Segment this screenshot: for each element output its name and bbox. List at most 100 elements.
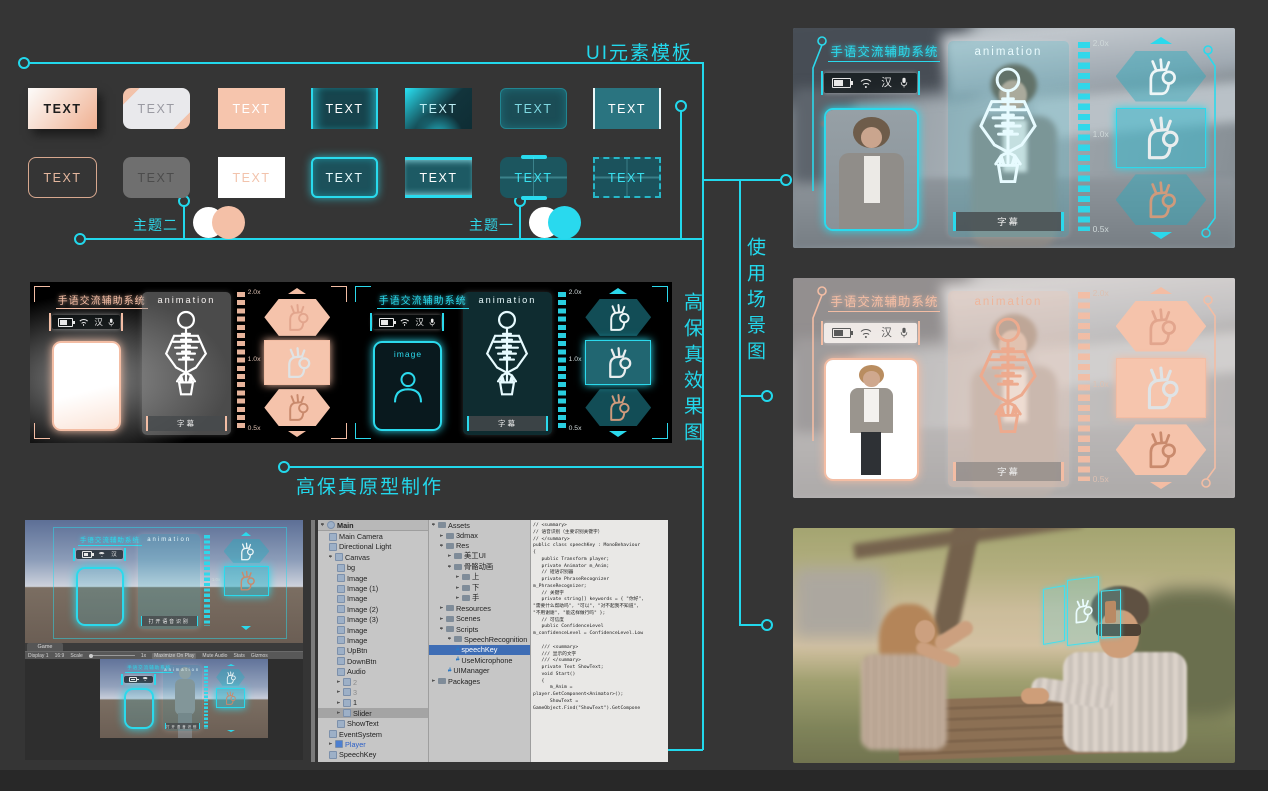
gesture-option-selected[interactable] [1116, 108, 1207, 169]
hierarchy-item[interactable]: Image [318, 635, 428, 645]
zoom-scale-bar[interactable] [1078, 292, 1089, 481]
gesture-option-selected[interactable] [585, 340, 651, 384]
gesture-option-top[interactable] [216, 669, 245, 686]
hierarchy-scene-root[interactable]: ▾Main [318, 520, 428, 531]
down-arrow[interactable] [1150, 232, 1172, 239]
project-folder[interactable]: ▾Res [429, 541, 530, 551]
subtitle-button[interactable]: 字幕 [953, 462, 1065, 482]
project-script[interactable]: #UseMicrophone [429, 655, 530, 665]
button-template-gradient-peach[interactable]: TEXT [28, 88, 97, 129]
image-placeholder-panel[interactable] [52, 341, 121, 431]
hierarchy-item[interactable]: bg [318, 563, 428, 573]
hierarchy-item[interactable]: ▸1 [318, 698, 428, 708]
theme-one-toggle[interactable] [529, 206, 581, 239]
down-arrow[interactable] [241, 626, 251, 630]
project-folder[interactable]: ▾Scripts [429, 624, 530, 634]
project-folder[interactable]: ▸下 [429, 582, 530, 592]
mute-audio-button[interactable]: Mute Audio [202, 653, 227, 659]
button-template-white[interactable]: TEXT [218, 157, 285, 198]
zoom-scale-bar[interactable] [204, 535, 210, 626]
project-folder[interactable]: ▸Resources [429, 603, 530, 613]
gesture-option-top[interactable] [585, 299, 651, 336]
gesture-option-bottom[interactable] [1116, 174, 1207, 225]
project-folder[interactable]: ▸美工UI [429, 551, 530, 561]
display-dropdown[interactable]: Display 1 [28, 653, 49, 659]
gesture-option-bottom[interactable] [264, 389, 330, 426]
image-placeholder-panel[interactable] [124, 688, 154, 729]
up-arrow[interactable] [227, 664, 235, 666]
hierarchy-item[interactable]: Main Camera [318, 531, 428, 541]
project-folder[interactable]: ▾骨骼动画 [429, 562, 530, 572]
button-template-cyan-dashed[interactable]: TEXT [593, 157, 661, 198]
down-arrow[interactable] [609, 431, 627, 437]
hierarchy-item[interactable]: Directional Light [318, 542, 428, 552]
code-editor-panel[interactable]: // <summary> // 语音识别（主要识别关键字） // </summa… [531, 520, 668, 762]
project-folder[interactable]: ▸Scenes [429, 614, 530, 624]
hierarchy-item[interactable]: Image (1) [318, 583, 428, 593]
project-folder[interactable]: ▾Assets [429, 520, 530, 530]
hierarchy-item[interactable]: SpeechKey [318, 750, 428, 760]
hierarchy-item[interactable]: Image [318, 625, 428, 635]
button-template-teal-white-edges[interactable]: TEXT [593, 88, 661, 129]
zoom-scale-bar[interactable] [204, 666, 208, 730]
down-arrow[interactable] [288, 431, 306, 437]
hierarchy-item-disabled[interactable]: ▸3 [318, 687, 428, 697]
hierarchy-item-prefab[interactable]: ▸Player [318, 739, 428, 749]
image-placeholder-panel[interactable]: image [373, 341, 442, 431]
down-arrow[interactable] [1150, 482, 1172, 489]
tab-game[interactable]: Game [27, 643, 63, 651]
project-folder[interactable]: ▾SpeechRecognition [429, 634, 530, 644]
project-folder[interactable]: ▸3dmax [429, 530, 530, 540]
panel-scrollbar[interactable] [311, 520, 315, 762]
button-template-peach-outline[interactable]: TEXT [28, 157, 97, 198]
hierarchy-item-selected[interactable]: ▸Slider [318, 708, 428, 718]
gizmos-dropdown[interactable]: Gizmos [251, 653, 268, 659]
gesture-option-selected[interactable] [264, 340, 330, 384]
button-template-cyan-glow-border[interactable]: TEXT [311, 157, 378, 198]
subtitle-button[interactable]: 字幕 [953, 212, 1065, 232]
up-arrow[interactable] [1150, 287, 1172, 294]
hierarchy-item[interactable]: UpBtn [318, 646, 428, 656]
hierarchy-item[interactable]: ▾Canvas [318, 552, 428, 562]
up-arrow[interactable] [609, 288, 627, 294]
button-template-solid-peach[interactable]: TEXT [218, 88, 285, 129]
theme-two-toggle[interactable] [193, 206, 245, 239]
button-template-teal-side-glow[interactable]: TEXT [311, 88, 378, 129]
button-template-teal-diagonal[interactable]: TEXT [405, 88, 472, 129]
gesture-option-top[interactable] [1116, 301, 1207, 352]
up-arrow[interactable] [241, 532, 251, 536]
maximize-on-play-button[interactable]: Maximize On Play [152, 653, 196, 659]
gesture-option-top[interactable] [1116, 51, 1207, 102]
zoom-scale-bar[interactable] [558, 292, 566, 430]
gesture-option-selected[interactable] [1116, 358, 1207, 419]
up-arrow[interactable] [288, 288, 306, 294]
up-arrow[interactable] [1150, 37, 1172, 44]
button-template-cyan-top-bottom[interactable]: TEXT [405, 157, 472, 198]
hierarchy-item[interactable]: ShowText [318, 718, 428, 728]
detected-person-frame[interactable] [824, 358, 919, 481]
zoom-scale-bar[interactable] [237, 292, 245, 430]
hierarchy-item[interactable]: DownBtn [318, 656, 428, 666]
project-script[interactable]: #UIManager [429, 665, 530, 675]
gesture-option-top[interactable] [264, 299, 330, 336]
project-folder[interactable]: ▸Packages [429, 676, 530, 686]
hierarchy-item[interactable]: EventSystem [318, 729, 428, 739]
project-folder[interactable]: ▸手 [429, 593, 530, 603]
scale-slider[interactable] [89, 655, 135, 656]
button-template-gray-corner-peach[interactable]: TEXT [123, 88, 190, 129]
detected-person-frame[interactable] [824, 108, 919, 231]
subtitle-button[interactable]: 字幕 [146, 416, 227, 430]
hierarchy-item[interactable]: Image (3) [318, 615, 428, 625]
stats-button[interactable]: Stats [233, 653, 244, 659]
button-template-cyan-tabs[interactable]: TEXT [500, 157, 567, 198]
aspect-dropdown[interactable]: 16:9 [55, 653, 65, 659]
gesture-option-selected[interactable] [216, 688, 245, 708]
speech-button[interactable]: 打开语音识别 [141, 616, 198, 625]
gesture-option-selected[interactable] [224, 566, 270, 595]
hierarchy-item[interactable]: Image [318, 594, 428, 604]
image-placeholder-panel[interactable] [76, 567, 124, 626]
button-template-teal-rounded[interactable]: TEXT [500, 88, 567, 129]
subtitle-button[interactable]: 字幕 [467, 416, 548, 430]
hierarchy-item[interactable]: Audio [318, 666, 428, 676]
gesture-option-bottom[interactable] [585, 389, 651, 426]
